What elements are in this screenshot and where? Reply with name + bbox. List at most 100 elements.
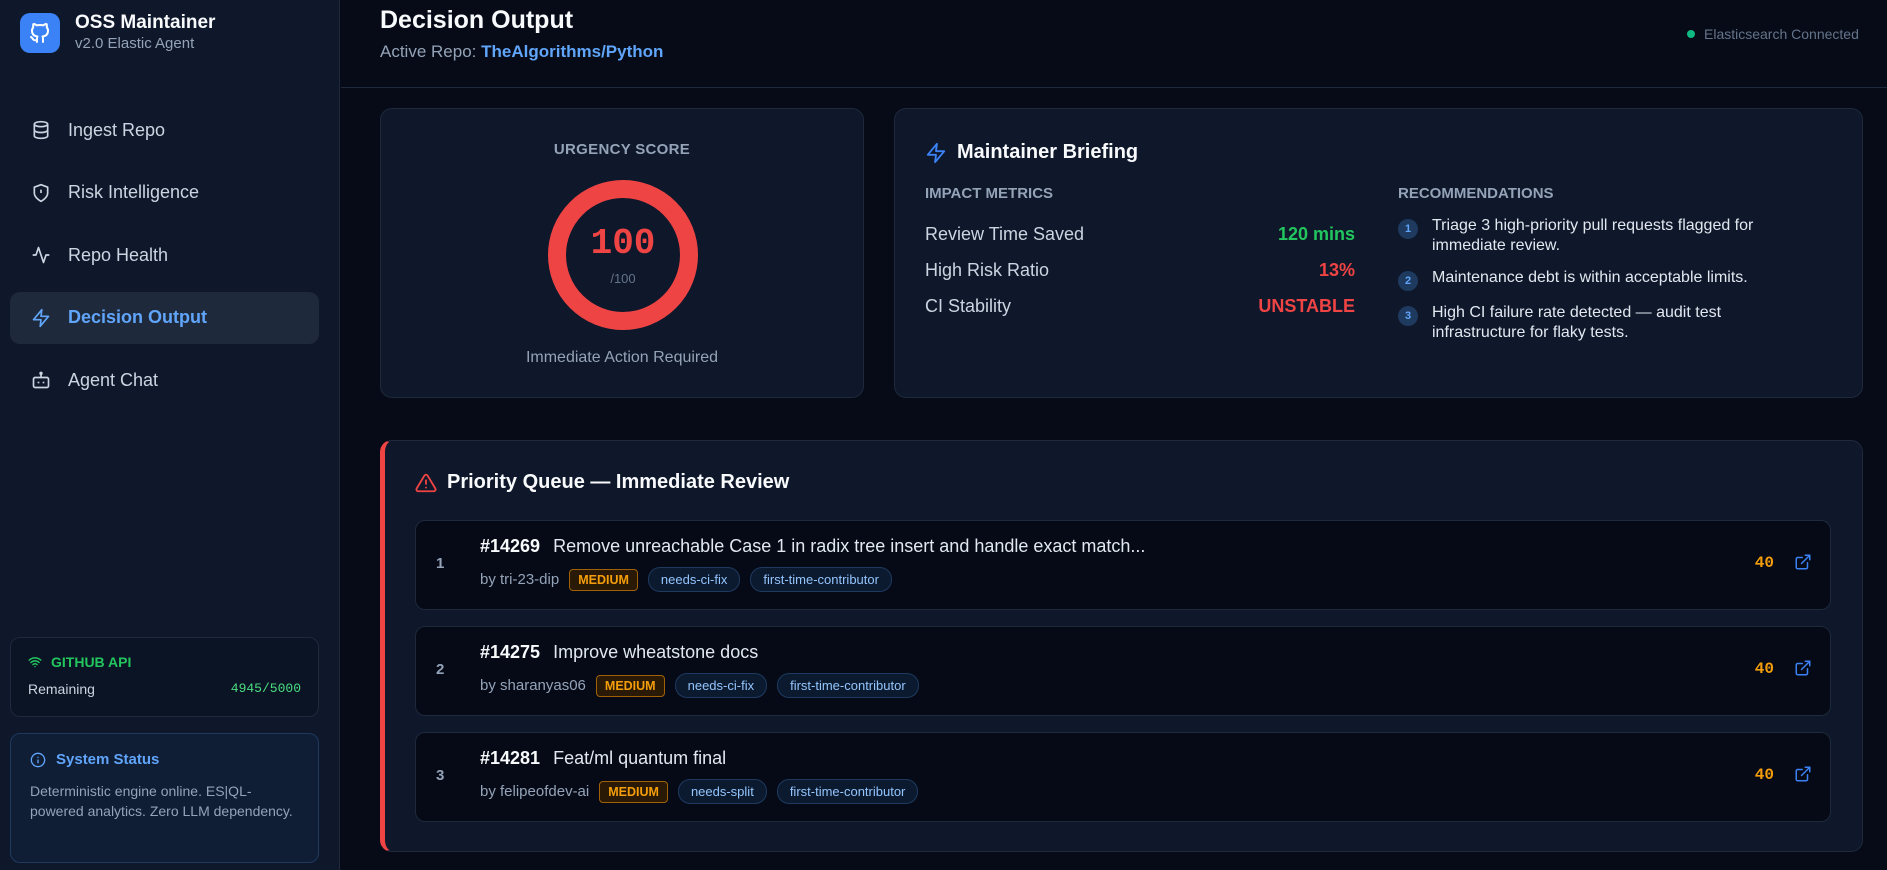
pr-row[interactable]: 1 #14269 Remove unreachable Case 1 in ra… [415, 520, 1831, 610]
connection-status: Elasticsearch Connected [1687, 26, 1887, 42]
github-api-title: GITHUB API [51, 654, 132, 670]
sidebar: OSS Maintainer v2.0 Elastic Agent Ingest… [0, 0, 340, 870]
metric-row: Review Time Saved 120 mins [925, 216, 1355, 252]
urgency-score-value: 100 [590, 223, 656, 264]
metric-label: Review Time Saved [925, 223, 1085, 244]
github-logo-icon [20, 13, 60, 53]
pr-score: 40 [1754, 660, 1774, 678]
pr-tag: needs-ci-fix [674, 673, 768, 698]
pr-rank: 3 [436, 767, 445, 784]
metric-row: CI Stability UNSTABLE [925, 288, 1355, 324]
recommendation-item: 3 High CI failure rate detected — audit … [1398, 303, 1818, 343]
sidebar-item-label: Ingest Repo [68, 119, 166, 140]
recommendation-number: 2 [1398, 271, 1418, 291]
pr-tag: first-time-contributor [776, 779, 919, 804]
sidebar-item-risk-intelligence[interactable]: Risk Intelligence [10, 167, 319, 219]
pr-number[interactable]: #14275 [480, 642, 540, 662]
page-header: Decision Output Active Repo: TheAlgorith… [341, 0, 1887, 88]
recommendations-label: RECOMMENDATIONS [1398, 185, 1554, 202]
sidebar-nav: Ingest Repo Risk Intelligence Repo Healt… [10, 104, 319, 417]
pr-number[interactable]: #14269 [480, 536, 540, 556]
remaining-value: 4945/5000 [230, 681, 301, 696]
activity-icon [30, 244, 52, 266]
github-api-card: GITHUB API Remaining 4945/5000 [10, 637, 319, 717]
database-icon [30, 119, 52, 141]
pr-title[interactable]: Remove unreachable Case 1 in radix tree … [553, 536, 1145, 556]
pr-author: by tri-23-dip [480, 571, 560, 588]
recommendation-number: 1 [1398, 219, 1418, 239]
pr-tag: first-time-contributor [750, 567, 892, 592]
lightning-icon [30, 307, 52, 329]
recommendations: RECOMMENDATIONS 1 Triage 3 high-priority… [1398, 185, 1818, 355]
briefing-title: Maintainer Briefing [957, 141, 1139, 163]
system-status-text: Deterministic engine online. ES|QL-power… [30, 783, 293, 819]
warning-triangle-icon [415, 473, 437, 492]
app-version: v2.0 Elastic Agent [75, 35, 195, 52]
impact-metrics: IMPACT METRICS Review Time Saved 120 min… [925, 185, 1355, 324]
system-status-title: System Status [56, 751, 160, 768]
recommendation-text: Maintenance debt is within acceptable li… [1432, 269, 1748, 286]
priority-queue-card: Priority Queue — Immediate Review 1 #142… [380, 440, 1863, 852]
wifi-icon [28, 657, 42, 668]
active-repo-link[interactable]: TheAlgorithms/Python [481, 42, 663, 61]
bot-icon [30, 369, 52, 391]
pr-rank: 1 [436, 555, 445, 572]
pr-rank: 2 [436, 661, 445, 678]
status-dot-icon [1687, 30, 1695, 38]
pr-number[interactable]: #14281 [480, 748, 540, 768]
external-link-icon[interactable] [1794, 659, 1812, 677]
recommendation-number: 3 [1398, 306, 1418, 326]
shield-alert-icon [30, 182, 52, 204]
recommendation-text: High CI failure rate detected — audit te… [1432, 304, 1722, 341]
app-title: OSS Maintainer [75, 12, 216, 33]
metric-label: CI Stability [925, 295, 1012, 316]
urgency-gauge: 100 /100 [547, 179, 699, 331]
pr-tag: needs-split [677, 779, 767, 804]
page-title: Decision Output [380, 6, 574, 34]
severity-badge: MEDIUM [599, 780, 668, 803]
pr-row[interactable]: 2 #14275 Improve wheatstone docs by shar… [415, 626, 1831, 716]
metric-value: 13% [1318, 259, 1355, 280]
active-repo: Active Repo: TheAlgorithms/Python [380, 42, 663, 62]
urgency-caption: Immediate Action Required [525, 349, 719, 366]
info-icon [30, 752, 46, 767]
pr-author: by sharanyas06 [480, 677, 586, 694]
sidebar-item-repo-health[interactable]: Repo Health [10, 229, 319, 281]
sidebar-item-agent-chat[interactable]: Agent Chat [10, 354, 319, 406]
recommendation-item: 2 Maintenance debt is within acceptable … [1398, 268, 1818, 291]
pr-tag: first-time-contributor [777, 673, 919, 698]
urgency-score-label: URGENCY SCORE [553, 141, 691, 158]
impact-metrics-label: IMPACT METRICS [925, 185, 1054, 202]
sidebar-item-label: Risk Intelligence [68, 182, 200, 202]
pr-author: by felipeofdev-ai [480, 783, 590, 800]
sidebar-item-ingest-repo[interactable]: Ingest Repo [10, 104, 319, 156]
metric-row: High Risk Ratio 13% [925, 252, 1355, 288]
external-link-icon[interactable] [1794, 553, 1812, 571]
external-link-icon[interactable] [1794, 765, 1812, 783]
sidebar-item-label: Agent Chat [68, 369, 159, 390]
urgency-score-max: /100 [610, 271, 636, 286]
pr-row[interactable]: 3 #14281 Feat/ml quantum final by felipe… [415, 732, 1831, 822]
metric-value: 120 mins [1277, 223, 1355, 244]
sidebar-item-label: Repo Health [68, 244, 169, 265]
lightning-icon [926, 142, 946, 163]
brand: OSS Maintainer v2.0 Elastic Agent [20, 12, 215, 54]
active-repo-label: Active Repo: [380, 42, 477, 61]
priority-queue-title: Priority Queue — Immediate Review [447, 471, 790, 493]
sidebar-item-label: Decision Output [68, 307, 207, 327]
system-status-card: System Status Deterministic engine onlin… [10, 733, 319, 863]
metric-label: High Risk Ratio [925, 259, 1050, 280]
maintainer-briefing-card: Maintainer Briefing IMPACT METRICS Revie… [894, 108, 1863, 398]
pr-score: 40 [1754, 766, 1774, 784]
recommendation-text: Triage 3 high-priority pull requests fla… [1432, 217, 1754, 254]
sidebar-item-decision-output[interactable]: Decision Output [10, 291, 319, 344]
pr-score: 40 [1754, 554, 1774, 572]
connection-status-text: Elasticsearch Connected [1704, 26, 1859, 42]
severity-badge: MEDIUM [595, 674, 665, 697]
pr-title[interactable]: Feat/ml quantum final [553, 748, 726, 768]
severity-badge: MEDIUM [569, 568, 638, 591]
recommendation-item: 1 Triage 3 high-priority pull requests f… [1398, 216, 1818, 256]
pr-title[interactable]: Improve wheatstone docs [553, 642, 758, 662]
urgency-score-card: URGENCY SCORE 100 /100 Immediate Action … [380, 108, 864, 398]
remaining-label: Remaining [28, 681, 95, 697]
